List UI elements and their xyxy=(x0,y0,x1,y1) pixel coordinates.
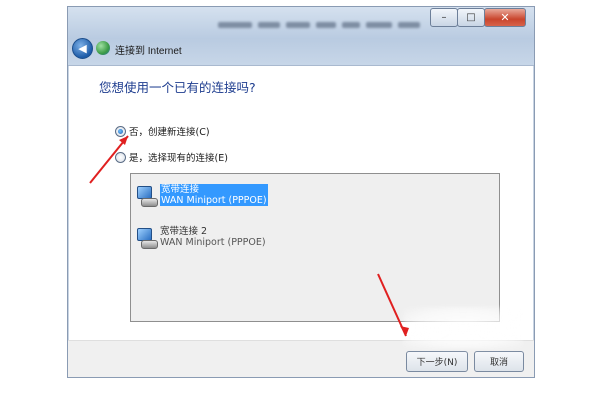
annotation-arrow-option xyxy=(89,135,129,184)
arrowhead-icon xyxy=(119,136,128,145)
annotation-arrows xyxy=(89,135,409,337)
